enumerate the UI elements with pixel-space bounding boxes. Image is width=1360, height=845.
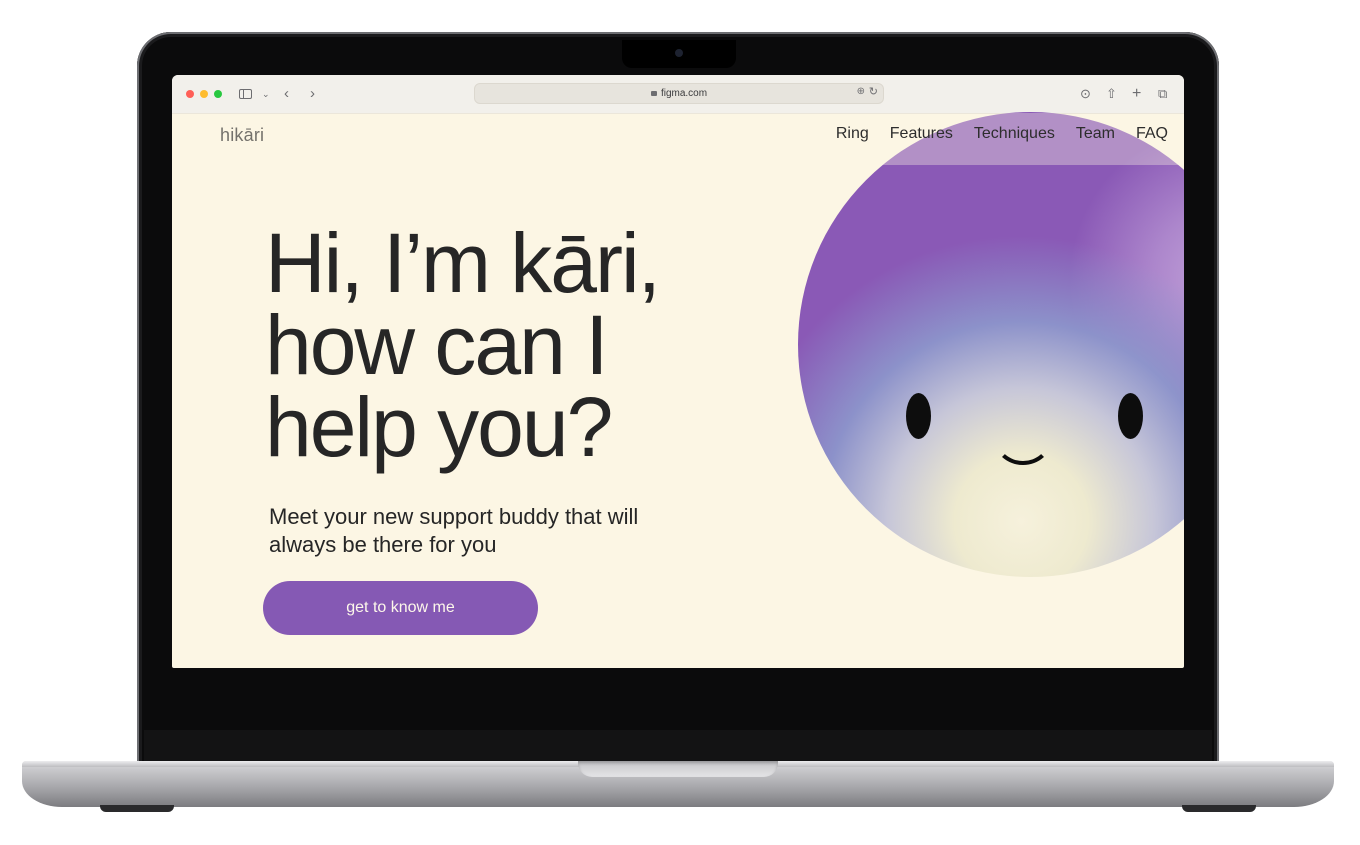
avatar-smile (994, 413, 1052, 465)
avatar-left-eye (906, 393, 931, 439)
tabs-overview-icon[interactable]: ⧉ (1158, 84, 1167, 104)
camera-icon (675, 49, 683, 57)
lock-icon (650, 91, 657, 96)
url-text: figma.com (660, 88, 708, 99)
minimize-window-button[interactable] (200, 90, 208, 98)
download-icon[interactable]: ⊙ (1080, 84, 1091, 104)
laptop-foot-left (100, 805, 174, 812)
screen-bezel (144, 730, 1212, 762)
nav-techniques[interactable]: Techniques (974, 125, 1055, 143)
close-window-button[interactable] (186, 90, 194, 98)
nav-features[interactable]: Features (890, 125, 953, 143)
kari-avatar (798, 112, 1184, 577)
nav-faq[interactable]: FAQ (1136, 125, 1168, 143)
forward-icon[interactable]: › (310, 84, 315, 104)
browser-toolbar: ⌄ ‹ › figma.com ⊕ ↻ ⊙ ⇧ + ⧉ (172, 75, 1184, 114)
browser-window: ⌄ ‹ › figma.com ⊕ ↻ ⊙ ⇧ + ⧉ hikāri Ring … (172, 75, 1184, 668)
hero-title: Hi, I’m kāri, how can I help you? (265, 216, 661, 474)
nav-team[interactable]: Team (1076, 125, 1115, 143)
nav-ring[interactable]: Ring (836, 125, 869, 143)
avatar-right-eye (1118, 393, 1143, 439)
chevron-down-icon[interactable]: ⌄ (262, 84, 270, 104)
trackpad-notch (578, 761, 778, 777)
hero-subtitle: Meet your new support buddy that will al… (269, 504, 639, 557)
share-icon[interactable]: ⇧ (1106, 84, 1117, 104)
reload-icon[interactable]: ↻ (869, 85, 878, 98)
translate-icon[interactable]: ⊕ (857, 86, 865, 97)
address-bar[interactable]: figma.com ⊕ ↻ (474, 83, 884, 104)
sidebar-icon[interactable] (239, 89, 252, 99)
zoom-window-button[interactable] (214, 90, 222, 98)
new-tab-icon[interactable]: + (1132, 84, 1141, 104)
back-icon[interactable]: ‹ (284, 84, 289, 104)
get-to-know-me-button[interactable]: get to know me (263, 581, 538, 635)
laptop-foot-right (1182, 805, 1256, 812)
